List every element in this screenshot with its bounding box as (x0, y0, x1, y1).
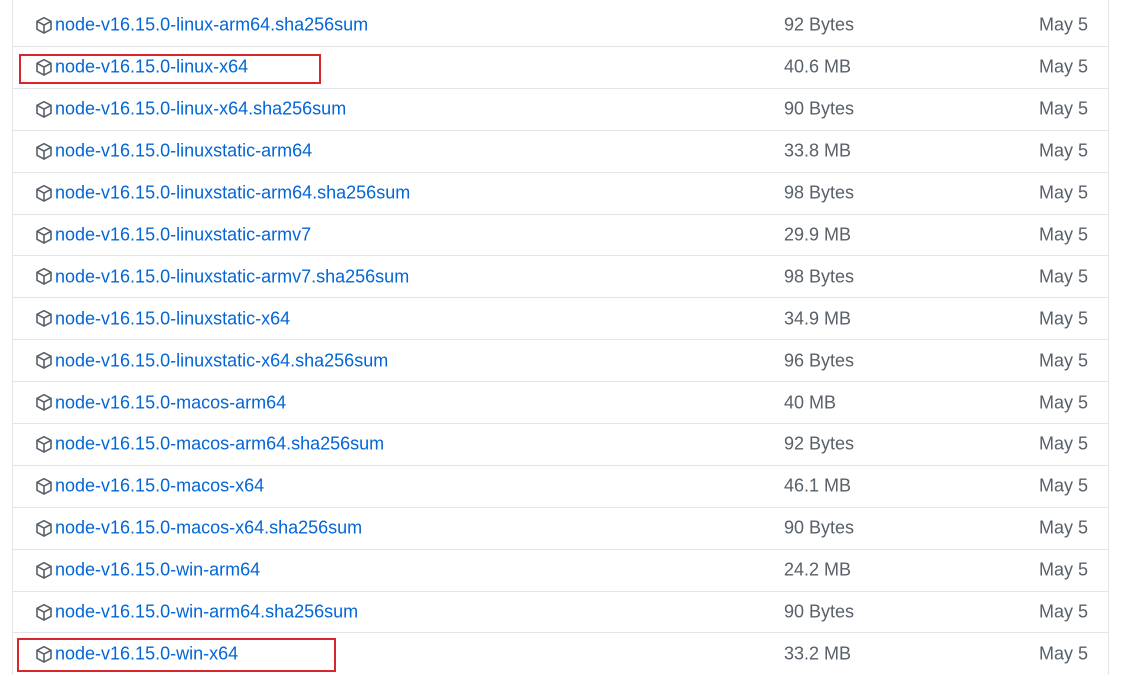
asset-row: node-v16.15.0-win-arm64 24.2 MB May 5 (13, 550, 1108, 592)
asset-row: node-v16.15.0-linuxstatic-armv7.sha256su… (13, 256, 1108, 299)
asset-name: node-v16.15.0-win-arm64 (55, 559, 261, 580)
asset-size: 34.9 MB (784, 308, 852, 329)
asset-name: node-v16.15.0-linuxstatic-x64 (55, 308, 291, 329)
asset-name: node-v16.15.0-linux-x64.sha256sum (55, 98, 347, 119)
package-icon (34, 560, 54, 580)
asset-row: node-v16.15.0-macos-arm64.sha256sum 92 B… (13, 424, 1108, 466)
asset-link[interactable]: node-v16.15.0-linuxstatic-armv7.sha256su… (34, 266, 409, 287)
asset-row: node-v16.15.0-win-x64 33.2 MB May 5 (13, 633, 1108, 675)
asset-size: 33.8 MB (784, 140, 852, 161)
asset-row: node-v16.15.0-linuxstatic-x64.sha256sum … (13, 340, 1108, 383)
asset-date: May 5 (1038, 182, 1088, 203)
asset-date: May 5 (1038, 140, 1088, 161)
asset-size: 33.2 MB (784, 643, 852, 664)
package-icon (34, 267, 54, 287)
asset-link[interactable]: node-v16.15.0-win-arm64 (34, 560, 260, 581)
asset-date: May 5 (1038, 643, 1088, 664)
asset-name: node-v16.15.0-macos-x64.sha256sum (55, 517, 363, 538)
asset-name: node-v16.15.0-linuxstatic-armv7.sha256su… (55, 266, 410, 287)
asset-name: node-v16.15.0-linuxstatic-armv7 (55, 224, 312, 245)
asset-name: node-v16.15.0-linux-x64 (55, 56, 249, 77)
asset-row: node-v16.15.0-linuxstatic-armv7 29.9 MB … (13, 215, 1108, 257)
asset-name: node-v16.15.0-macos-x64 (55, 475, 265, 496)
asset-date: May 5 (1038, 392, 1088, 413)
asset-size: 90 Bytes (784, 517, 855, 538)
asset-date: May 5 (1038, 56, 1088, 77)
asset-date: May 5 (1038, 475, 1088, 496)
asset-link[interactable]: node-v16.15.0-linux-x64 (34, 57, 248, 78)
asset-row: node-v16.15.0-linux-x64 40.6 MB May 5 (13, 47, 1108, 89)
package-icon (34, 434, 54, 454)
package-icon (34, 57, 54, 77)
package-icon (34, 393, 54, 413)
asset-name: node-v16.15.0-linux-arm64.sha256sum (55, 14, 369, 35)
asset-name: node-v16.15.0-linuxstatic-arm64 (55, 140, 313, 161)
asset-link[interactable]: node-v16.15.0-linuxstatic-arm64.sha256su… (34, 183, 410, 204)
asset-size: 98 Bytes (784, 182, 855, 203)
asset-link[interactable]: node-v16.15.0-linux-x64.sha256sum (34, 99, 346, 120)
package-icon (34, 309, 54, 329)
asset-link[interactable]: node-v16.15.0-linuxstatic-x64.sha256sum (34, 350, 388, 371)
asset-size: 29.9 MB (784, 224, 852, 245)
package-icon (34, 15, 54, 35)
asset-name: node-v16.15.0-macos-arm64 (55, 392, 287, 413)
asset-link[interactable]: node-v16.15.0-linuxstatic-arm64 (34, 141, 312, 162)
asset-size: 96 Bytes (784, 350, 855, 371)
asset-date: May 5 (1038, 601, 1088, 622)
package-icon (34, 476, 54, 496)
asset-link[interactable]: node-v16.15.0-linux-arm64.sha256sum (34, 15, 368, 36)
asset-date: May 5 (1038, 350, 1088, 371)
asset-date: May 5 (1038, 14, 1088, 35)
asset-size: 40 MB (784, 392, 837, 413)
asset-name: node-v16.15.0-win-x64 (55, 643, 239, 664)
asset-link[interactable]: node-v16.15.0-macos-arm64 (34, 392, 286, 413)
asset-link[interactable]: node-v16.15.0-win-x64 (34, 644, 238, 665)
asset-row: node-v16.15.0-linux-x64.sha256sum 90 Byt… (13, 89, 1108, 131)
asset-date: May 5 (1038, 559, 1088, 580)
package-icon (34, 141, 54, 161)
asset-link[interactable]: node-v16.15.0-macos-arm64.sha256sum (34, 434, 384, 455)
asset-link[interactable]: node-v16.15.0-macos-x64 (34, 476, 264, 497)
asset-row: node-v16.15.0-linuxstatic-x64 34.9 MB Ma… (13, 298, 1108, 341)
asset-link[interactable]: node-v16.15.0-linuxstatic-x64 (34, 308, 290, 329)
asset-size: 90 Bytes (784, 601, 855, 622)
release-assets-list: node-v16.15.0-linux-arm64.sha256sum 92 B… (12, 0, 1109, 676)
asset-row: node-v16.15.0-linuxstatic-arm64.sha256su… (13, 173, 1108, 215)
asset-row: node-v16.15.0-macos-x64 46.1 MB May 5 (13, 466, 1108, 508)
asset-date: May 5 (1038, 266, 1088, 287)
package-icon (34, 644, 54, 664)
asset-row: node-v16.15.0-macos-arm64 40 MB May 5 (13, 382, 1108, 425)
asset-name: node-v16.15.0-win-arm64.sha256sum (55, 601, 359, 622)
asset-row: node-v16.15.0-win-arm64.sha256sum 90 Byt… (13, 592, 1108, 634)
asset-size: 40.6 MB (784, 56, 852, 77)
asset-name: node-v16.15.0-linuxstatic-x64.sha256sum (55, 350, 389, 371)
asset-row: node-v16.15.0-linuxstatic-arm64 33.8 MB … (13, 131, 1108, 173)
asset-link[interactable]: node-v16.15.0-macos-x64.sha256sum (34, 518, 362, 539)
package-icon (34, 99, 54, 119)
asset-link[interactable]: node-v16.15.0-linuxstatic-armv7 (34, 225, 311, 246)
asset-date: May 5 (1038, 308, 1088, 329)
asset-size: 92 Bytes (784, 14, 855, 35)
package-icon (34, 183, 54, 203)
asset-size: 90 Bytes (784, 98, 855, 119)
asset-size: 92 Bytes (784, 433, 855, 454)
asset-name: node-v16.15.0-linuxstatic-arm64.sha256su… (55, 182, 411, 203)
package-icon (34, 351, 54, 371)
package-icon (34, 602, 54, 622)
asset-row: node-v16.15.0-macos-x64.sha256sum 90 Byt… (13, 508, 1108, 550)
package-icon (34, 225, 54, 245)
asset-date: May 5 (1038, 517, 1088, 538)
asset-row: node-v16.15.0-linux-arm64.sha256sum 92 B… (13, 0, 1108, 47)
asset-size: 98 Bytes (784, 266, 855, 287)
asset-size: 24.2 MB (784, 559, 852, 580)
asset-name: node-v16.15.0-macos-arm64.sha256sum (55, 433, 385, 454)
asset-date: May 5 (1038, 224, 1088, 245)
asset-date: May 5 (1038, 98, 1088, 119)
package-icon (34, 518, 54, 538)
asset-size: 46.1 MB (784, 475, 852, 496)
asset-date: May 5 (1038, 433, 1088, 454)
asset-link[interactable]: node-v16.15.0-win-arm64.sha256sum (34, 602, 358, 623)
